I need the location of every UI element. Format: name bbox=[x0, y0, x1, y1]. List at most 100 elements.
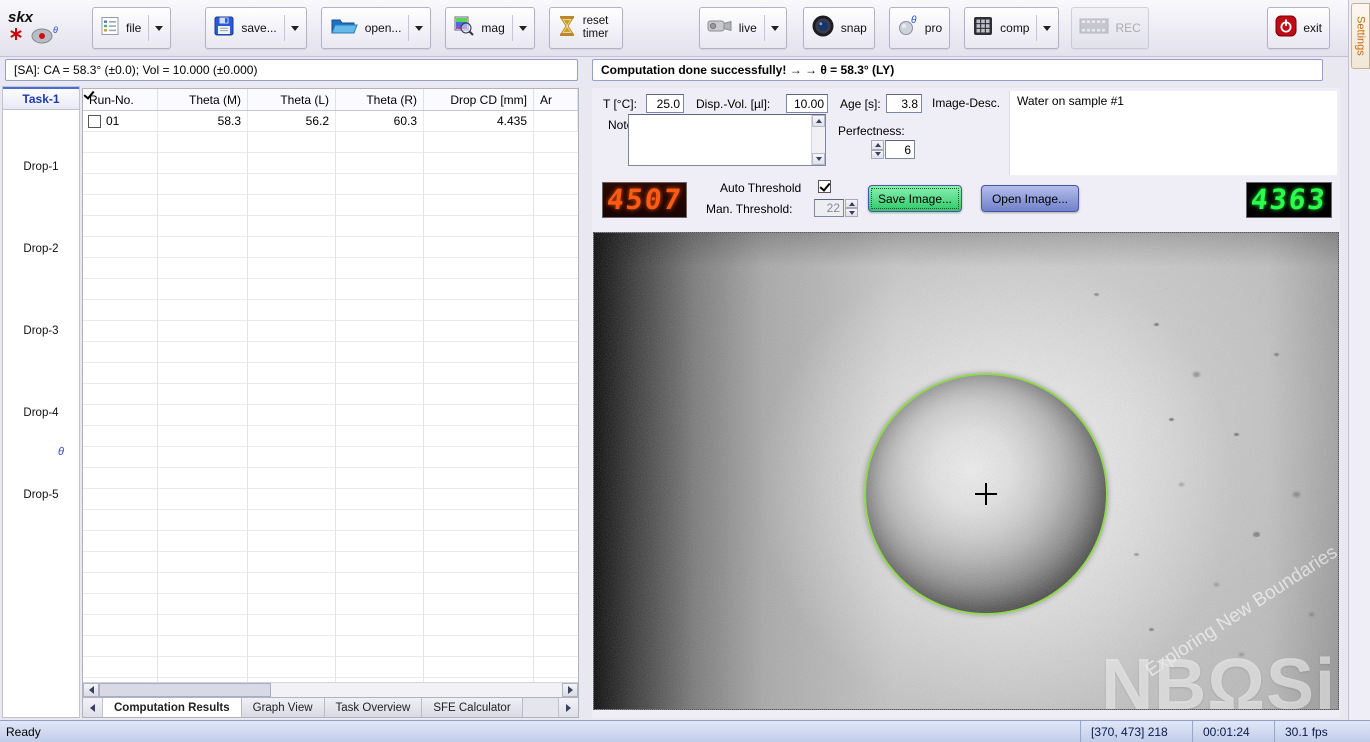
notes-textarea[interactable] bbox=[628, 114, 826, 166]
scrollbar-thumb[interactable] bbox=[99, 683, 271, 697]
open-image-button[interactable]: Open Image... bbox=[981, 185, 1079, 212]
image-desc-field[interactable]: Water on sample #1 bbox=[1009, 91, 1337, 175]
notes-scroll-down-icon[interactable] bbox=[812, 153, 825, 165]
comp-dropdown-arrow-icon[interactable] bbox=[1036, 15, 1051, 41]
tabs-scroll-left-icon[interactable] bbox=[83, 698, 103, 717]
file-button[interactable]: file bbox=[92, 7, 171, 49]
view-tab-strip: Computation Results Graph View Task Over… bbox=[83, 697, 578, 717]
dispensed-volume-label: Disp.-Vol. [µl]: bbox=[696, 97, 770, 111]
sidebar-item-drop-3[interactable]: Drop-3 bbox=[3, 288, 79, 370]
perfectness-spinner[interactable] bbox=[871, 140, 884, 159]
spinner-down-icon[interactable] bbox=[871, 150, 884, 160]
pro-button-label: pro bbox=[925, 21, 942, 35]
cell-theta-l: 56.2 bbox=[248, 111, 336, 131]
notes-scrollbar[interactable] bbox=[811, 115, 825, 165]
sidebar-item-drop-5[interactable]: θ Drop-5 bbox=[3, 452, 79, 534]
comp-button[interactable]: comp bbox=[964, 7, 1059, 49]
sidebar-item-drop-1[interactable]: Drop-1 bbox=[3, 124, 79, 206]
live-camera-icon bbox=[707, 16, 733, 41]
app-logo: skx θ bbox=[6, 10, 70, 47]
man-threshold-input[interactable] bbox=[814, 199, 844, 217]
scrollbar-track[interactable] bbox=[271, 683, 562, 697]
spinner-up-icon[interactable] bbox=[871, 140, 884, 150]
perfectness-label: Perfectness: bbox=[838, 124, 905, 138]
tab-computation-results[interactable]: Computation Results bbox=[103, 698, 242, 717]
mag-button-label: mag bbox=[481, 21, 504, 35]
run-checkbox[interactable] bbox=[88, 115, 101, 128]
camera-image[interactable]: Exploring New Boundaries NBΩSi bbox=[594, 233, 1338, 709]
column-header-theta-r[interactable]: Theta (R) bbox=[336, 89, 424, 110]
task-tab-label: Task-1 bbox=[22, 92, 59, 106]
table-horizontal-scrollbar[interactable] bbox=[83, 682, 578, 697]
live-dropdown-arrow-icon[interactable] bbox=[764, 15, 779, 41]
svg-text:θ: θ bbox=[911, 15, 917, 26]
tab-sfe-calculator[interactable]: SFE Calculator bbox=[422, 698, 522, 717]
tab-settings[interactable]: Settings bbox=[1351, 3, 1370, 69]
threshold-counter-display: 4507 bbox=[602, 182, 687, 218]
column-header-theta-m[interactable]: Theta (M) bbox=[158, 89, 248, 110]
elapsed-time: 00:01:24 bbox=[1192, 721, 1274, 742]
tabs-scroll-right-icon[interactable] bbox=[558, 698, 578, 717]
reset-timer-button[interactable]: reset timer bbox=[549, 7, 623, 49]
mag-button[interactable]: mag bbox=[445, 7, 534, 49]
keypad-grid-icon bbox=[972, 15, 994, 42]
column-header-theta-l[interactable]: Theta (L) bbox=[248, 89, 336, 110]
results-table-panel: Run-No. Theta (M) Theta (L) Theta (R) Dr… bbox=[82, 88, 579, 718]
sidebar-item-drop-4[interactable]: Drop-4 bbox=[3, 370, 79, 452]
scroll-left-arrow-icon[interactable] bbox=[83, 683, 99, 697]
column-header-drop-cd[interactable]: Drop CD [mm] bbox=[424, 89, 534, 110]
snap-button[interactable]: snap bbox=[803, 7, 875, 49]
age-input[interactable] bbox=[886, 94, 922, 113]
save-dropdown-arrow-icon[interactable] bbox=[284, 15, 299, 41]
save-icon bbox=[213, 15, 235, 42]
open-button[interactable]: open... bbox=[321, 7, 432, 49]
camera-lens-icon bbox=[811, 14, 835, 43]
cell-theta-r: 60.3 bbox=[336, 111, 424, 131]
column-header-ar[interactable]: Ar bbox=[534, 89, 578, 110]
man-threshold-label: Man. Threshold: bbox=[706, 202, 793, 216]
mag-dropdown-arrow-icon[interactable] bbox=[512, 15, 527, 41]
frame-rate: 30.1 fps bbox=[1274, 721, 1370, 742]
exit-button[interactable]: exit bbox=[1267, 7, 1330, 49]
tab-task-overview[interactable]: Task Overview bbox=[325, 698, 423, 717]
watermark-logo: NBΩSi bbox=[1101, 649, 1336, 709]
open-dropdown-arrow-icon[interactable] bbox=[408, 15, 423, 41]
camera-grain-overlay bbox=[594, 233, 1338, 709]
perfectness-input[interactable] bbox=[885, 140, 915, 159]
sidebar-item-drop-2[interactable]: Drop-2 bbox=[3, 206, 79, 288]
auto-threshold-checkbox[interactable] bbox=[818, 180, 831, 193]
man-spinner-down-icon[interactable] bbox=[845, 208, 858, 217]
ready-status: Ready bbox=[0, 725, 41, 739]
open-folder-icon bbox=[329, 15, 359, 42]
temperature-input[interactable] bbox=[646, 94, 684, 113]
live-button[interactable]: live bbox=[699, 7, 787, 49]
tab-task-1[interactable]: Task-1 bbox=[3, 87, 79, 110]
svg-text:θ: θ bbox=[53, 25, 58, 35]
dispensed-volume-input[interactable] bbox=[786, 94, 828, 113]
app-logo-text: skx bbox=[8, 10, 33, 25]
comp-button-label: comp bbox=[1000, 21, 1029, 35]
reset-timer-label: reset timer bbox=[583, 15, 615, 41]
man-threshold-spinner[interactable] bbox=[845, 199, 858, 217]
file-dropdown-arrow-icon[interactable] bbox=[148, 15, 163, 41]
tab-graph-view[interactable]: Graph View bbox=[242, 698, 325, 717]
image-desc-value: Water on sample #1 bbox=[1017, 94, 1124, 108]
save-button[interactable]: save... bbox=[205, 7, 306, 49]
snap-button-label: snap bbox=[841, 21, 867, 35]
scroll-right-arrow-icon[interactable] bbox=[562, 683, 578, 697]
notes-scroll-up-icon[interactable] bbox=[812, 115, 825, 127]
auto-threshold-label: Auto Threshold bbox=[720, 181, 801, 195]
pro-button[interactable]: θ pro bbox=[889, 7, 950, 49]
table-row[interactable]: 01 58.3 56.2 60.3 4.435 bbox=[83, 111, 578, 132]
hourglass-icon bbox=[557, 15, 577, 42]
cell-drop-cd: 4.435 bbox=[424, 111, 534, 131]
app-window: skx θ file bbox=[0, 0, 1370, 742]
man-spinner-up-icon[interactable] bbox=[845, 199, 858, 208]
file-icon bbox=[100, 16, 120, 41]
settings-strip: Settings bbox=[1348, 0, 1370, 720]
table-empty-rows bbox=[83, 132, 578, 682]
drop-5-theta-icon: θ bbox=[58, 446, 64, 458]
drop-3-label: Drop-3 bbox=[23, 325, 58, 337]
save-image-button[interactable]: Save Image... bbox=[868, 185, 962, 212]
save-button-label: save... bbox=[241, 21, 276, 35]
